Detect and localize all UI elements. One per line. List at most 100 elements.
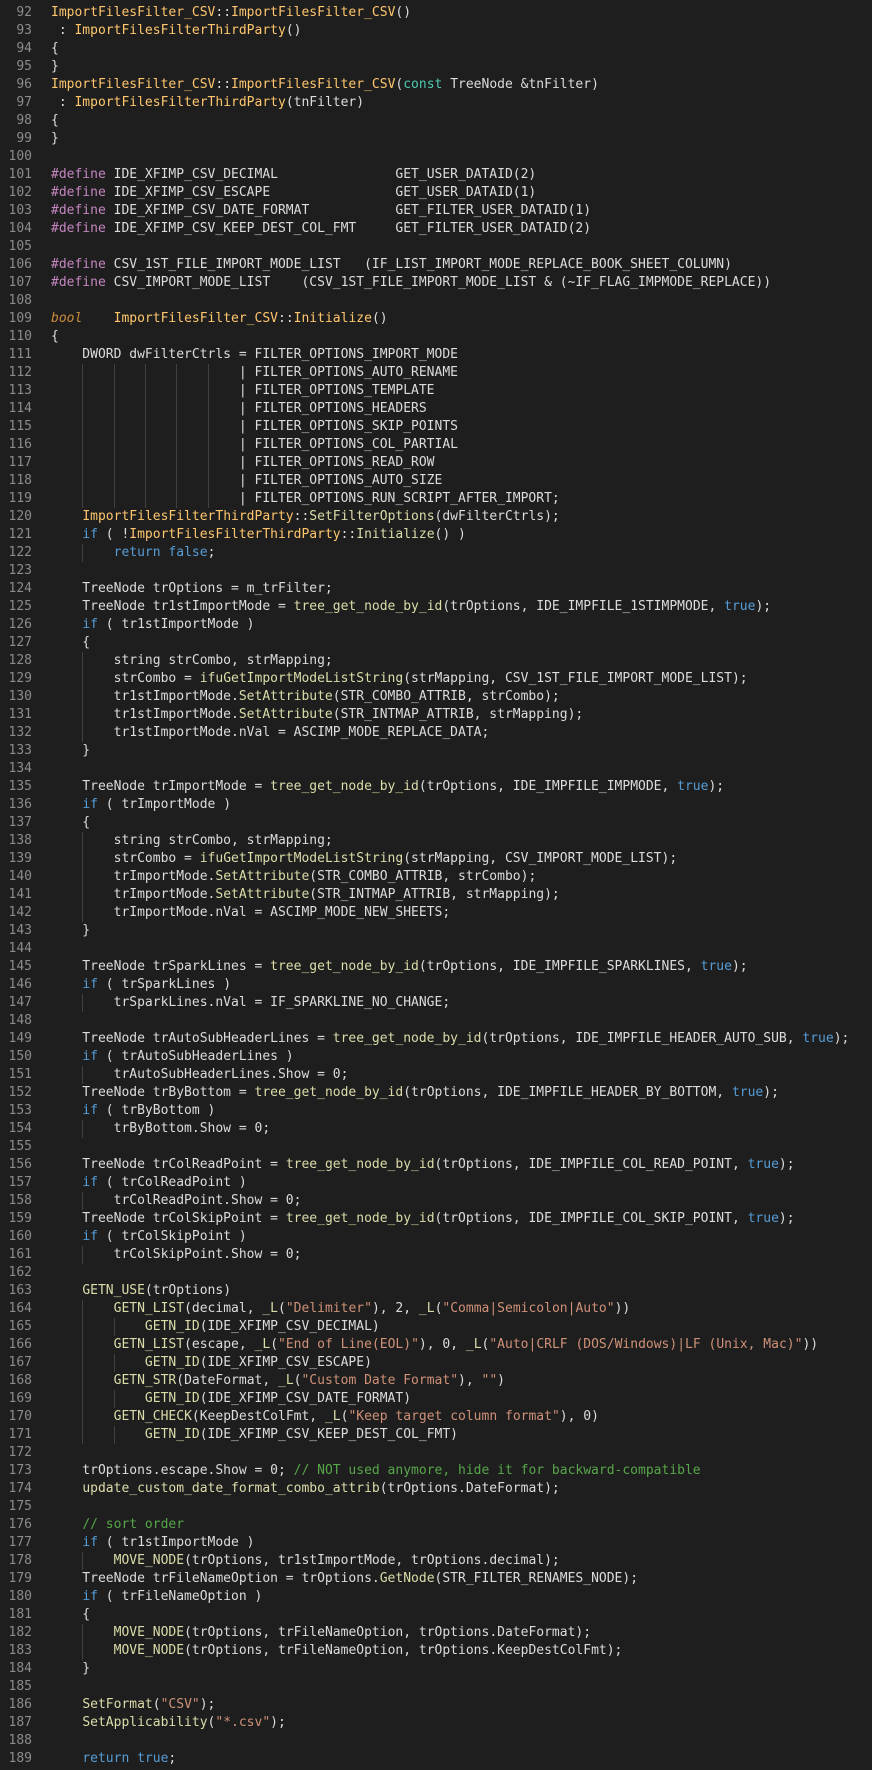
code-line[interactable]: 133 } bbox=[0, 742, 872, 760]
code-line[interactable]: 106 #define CSV_1ST_FILE_IMPORT_MODE_LIST… bbox=[0, 256, 872, 274]
code-line[interactable]: 113 | FILTER_OPTIONS_TEMPLATE bbox=[0, 382, 872, 400]
code-line[interactable]: 145 TreeNode trSparkLines = tree_get_nod… bbox=[0, 958, 872, 976]
code-line[interactable]: 99} bbox=[0, 130, 872, 148]
code-line[interactable]: 131 tr1stImportMode.SetAttribute(STR_INT… bbox=[0, 706, 872, 724]
code-line[interactable]: 161 trColSkipPoint.Show = 0; bbox=[0, 1246, 872, 1264]
code-line[interactable]: 111 DWORD dwFilterCtrls = FILTER_OPTIONS… bbox=[0, 346, 872, 364]
code-line[interactable]: 177 if ( tr1stImportMode ) bbox=[0, 1534, 872, 1552]
code-line[interactable]: 95} bbox=[0, 58, 872, 76]
code-line[interactable]: 117 | FILTER_OPTIONS_READ_ROW bbox=[0, 454, 872, 472]
code-line[interactable]: 162 bbox=[0, 1264, 872, 1282]
code-line[interactable]: 112 | FILTER_OPTIONS_AUTO_RENAME bbox=[0, 364, 872, 382]
code-line[interactable]: 172 bbox=[0, 1444, 872, 1462]
code-line[interactable]: 155 bbox=[0, 1138, 872, 1156]
code-line[interactable]: 135 TreeNode trImportMode = tree_get_nod… bbox=[0, 778, 872, 796]
code-line[interactable]: 109 bool ImportFilesFilter_CSV::Initializ… bbox=[0, 310, 872, 328]
code-line[interactable]: 136 if ( trImportMode ) bbox=[0, 796, 872, 814]
code-line[interactable]: 147 trSparkLines.nVal = IF_SPARKLINE_NO_… bbox=[0, 994, 872, 1012]
code-line[interactable]: 151 trAutoSubHeaderLines.Show = 0; bbox=[0, 1066, 872, 1084]
code-line[interactable]: 189 return true; bbox=[0, 1750, 872, 1768]
code-line[interactable]: 175 bbox=[0, 1498, 872, 1516]
code-line[interactable]: 114 | FILTER_OPTIONS_HEADERS bbox=[0, 400, 872, 418]
code-line[interactable]: 101 #define IDE_XFIMP_CSV_DECIMAL GET_USE… bbox=[0, 166, 872, 184]
code-line[interactable]: 116 | FILTER_OPTIONS_COL_PARTIAL bbox=[0, 436, 872, 454]
code-line[interactable]: 185 bbox=[0, 1678, 872, 1696]
code-line[interactable]: 163 GETN_USE(trOptions) bbox=[0, 1282, 872, 1300]
code-line[interactable]: 179 TreeNode trFileNameOption = trOption… bbox=[0, 1570, 872, 1588]
code-line[interactable]: 138 string strCombo, strMapping; bbox=[0, 832, 872, 850]
code-line[interactable]: 159 TreeNode trColSkipPoint = tree_get_n… bbox=[0, 1210, 872, 1228]
code-line[interactable]: 169 GETN_ID(IDE_XFIMP_CSV_DATE_FORMAT) bbox=[0, 1390, 872, 1408]
code-line[interactable]: 170 GETN_CHECK(KeepDestColFmt, _L("Keep … bbox=[0, 1408, 872, 1426]
code-line[interactable]: 186 SetFormat("CSV"); bbox=[0, 1696, 872, 1714]
code-line[interactable]: 176 // sort order bbox=[0, 1516, 872, 1534]
code-line[interactable]: 94 { bbox=[0, 40, 872, 58]
code-line[interactable]: 132 tr1stImportMode.nVal = ASCIMP_MODE_R… bbox=[0, 724, 872, 742]
code-line[interactable]: 156 TreeNode trColReadPoint = tree_get_n… bbox=[0, 1156, 872, 1174]
code-line[interactable]: 134 bbox=[0, 760, 872, 778]
code-line[interactable]: 129 strCombo = ifuGetImportModeListStrin… bbox=[0, 670, 872, 688]
code-line[interactable]: 92 ImportFilesFilter_CSV::ImportFilesFilt… bbox=[0, 4, 872, 22]
code-line[interactable]: 149 TreeNode trAutoSubHeaderLines = tree… bbox=[0, 1030, 872, 1048]
code-line[interactable]: 104 #define IDE_XFIMP_CSV_KEEP_DEST_COL_F… bbox=[0, 220, 872, 238]
code-line[interactable]: 150 if ( trAutoSubHeaderLines ) bbox=[0, 1048, 872, 1066]
code-line[interactable]: 100 bbox=[0, 148, 872, 166]
code-line[interactable]: 184 } bbox=[0, 1660, 872, 1678]
code-line[interactable]: 157 if ( trColReadPoint ) bbox=[0, 1174, 872, 1192]
code-line[interactable]: 168 GETN_STR(DateFormat, _L("Custom Date… bbox=[0, 1372, 872, 1390]
code-line[interactable]: 173 trOptions.escape.Show = 0; // NOT us… bbox=[0, 1462, 872, 1480]
code-line[interactable]: 130 tr1stImportMode.SetAttribute(STR_COM… bbox=[0, 688, 872, 706]
code-line[interactable]: 167 GETN_ID(IDE_XFIMP_CSV_ESCAPE) bbox=[0, 1354, 872, 1372]
code-line[interactable]: 174 update_custom_date_format_combo_attr… bbox=[0, 1480, 872, 1498]
code-line[interactable]: 166 GETN_LIST(escape, _L("End of Line(EO… bbox=[0, 1336, 872, 1354]
code-line[interactable]: 124 TreeNode trOptions = m_trFilter; bbox=[0, 580, 872, 598]
code-line[interactable]: 110 { bbox=[0, 328, 872, 346]
code-line[interactable]: 160 if ( trColSkipPoint ) bbox=[0, 1228, 872, 1246]
code-line[interactable]: 128 string strCombo, strMapping; bbox=[0, 652, 872, 670]
code-line[interactable]: 148 bbox=[0, 1012, 872, 1030]
code-line[interactable]: 93 : ImportFilesFilterThirdParty() bbox=[0, 22, 872, 40]
code-editor[interactable]: 92 ImportFilesFilter_CSV::ImportFilesFilt… bbox=[0, 0, 872, 1770]
code-line[interactable]: 119 | FILTER_OPTIONS_RUN_SCRIPT_AFTER_IM… bbox=[0, 490, 872, 508]
code-line[interactable]: 171 GETN_ID(IDE_XFIMP_CSV_KEEP_DEST_COL_… bbox=[0, 1426, 872, 1444]
code-line[interactable]: 120 ImportFilesFilterThirdParty::SetFilt… bbox=[0, 508, 872, 526]
code-line[interactable]: 181 { bbox=[0, 1606, 872, 1624]
code-line[interactable]: 127 { bbox=[0, 634, 872, 652]
code-line[interactable]: 121 if ( !ImportFilesFilterThirdParty::I… bbox=[0, 526, 872, 544]
code-line[interactable]: 103 #define IDE_XFIMP_CSV_DATE_FORMAT GET… bbox=[0, 202, 872, 220]
code-line[interactable]: 108 bbox=[0, 292, 872, 310]
code-line[interactable]: 139 strCombo = ifuGetImportModeListStrin… bbox=[0, 850, 872, 868]
code-line[interactable]: 180 if ( trFileNameOption ) bbox=[0, 1588, 872, 1606]
code-line[interactable]: 183 MOVE_NODE(trOptions, trFileNameOptio… bbox=[0, 1642, 872, 1660]
code-line[interactable]: 142 trImportMode.nVal = ASCIMP_MODE_NEW_… bbox=[0, 904, 872, 922]
code-line[interactable]: 158 trColReadPoint.Show = 0; bbox=[0, 1192, 872, 1210]
code-line[interactable]: 107 #define CSV_IMPORT_MODE_LIST (CSV_1ST… bbox=[0, 274, 872, 292]
code-line[interactable]: 137 { bbox=[0, 814, 872, 832]
code-line[interactable]: 96 ImportFilesFilter_CSV::ImportFilesFilt… bbox=[0, 76, 872, 94]
code-line[interactable]: 182 MOVE_NODE(trOptions, trFileNameOptio… bbox=[0, 1624, 872, 1642]
code-line[interactable]: 188 bbox=[0, 1732, 872, 1750]
code-line[interactable]: 144 bbox=[0, 940, 872, 958]
code-line[interactable]: 141 trImportMode.SetAttribute(STR_INTMAP… bbox=[0, 886, 872, 904]
code-line[interactable]: 146 if ( trSparkLines ) bbox=[0, 976, 872, 994]
code-line[interactable]: 165 GETN_ID(IDE_XFIMP_CSV_DECIMAL) bbox=[0, 1318, 872, 1336]
code-line[interactable]: 152 TreeNode trByBottom = tree_get_node_… bbox=[0, 1084, 872, 1102]
code-line[interactable]: 102 #define IDE_XFIMP_CSV_ESCAPE GET_USER… bbox=[0, 184, 872, 202]
code-line[interactable]: 97 : ImportFilesFilterThirdParty(tnFilte… bbox=[0, 94, 872, 112]
code-line[interactable]: 123 bbox=[0, 562, 872, 580]
code-line[interactable]: 153 if ( trByBottom ) bbox=[0, 1102, 872, 1120]
code-line[interactable]: 178 MOVE_NODE(trOptions, tr1stImportMode… bbox=[0, 1552, 872, 1570]
code-line[interactable]: 98 { bbox=[0, 112, 872, 130]
code-line[interactable]: 140 trImportMode.SetAttribute(STR_COMBO_… bbox=[0, 868, 872, 886]
code-line[interactable]: 187 SetApplicability("*.csv"); bbox=[0, 1714, 872, 1732]
code-line[interactable]: 115 | FILTER_OPTIONS_SKIP_POINTS bbox=[0, 418, 872, 436]
code-line[interactable]: 164 GETN_LIST(decimal, _L("Delimiter"), … bbox=[0, 1300, 872, 1318]
code-line[interactable]: 122 return false; bbox=[0, 544, 872, 562]
code-line[interactable]: 126 if ( tr1stImportMode ) bbox=[0, 616, 872, 634]
code-line[interactable]: 125 TreeNode tr1stImportMode = tree_get_… bbox=[0, 598, 872, 616]
code-line[interactable]: 118 | FILTER_OPTIONS_AUTO_SIZE bbox=[0, 472, 872, 490]
code-line[interactable]: 105 bbox=[0, 238, 872, 256]
code-line[interactable]: 154 trByBottom.Show = 0; bbox=[0, 1120, 872, 1138]
code-line[interactable]: 143 } bbox=[0, 922, 872, 940]
